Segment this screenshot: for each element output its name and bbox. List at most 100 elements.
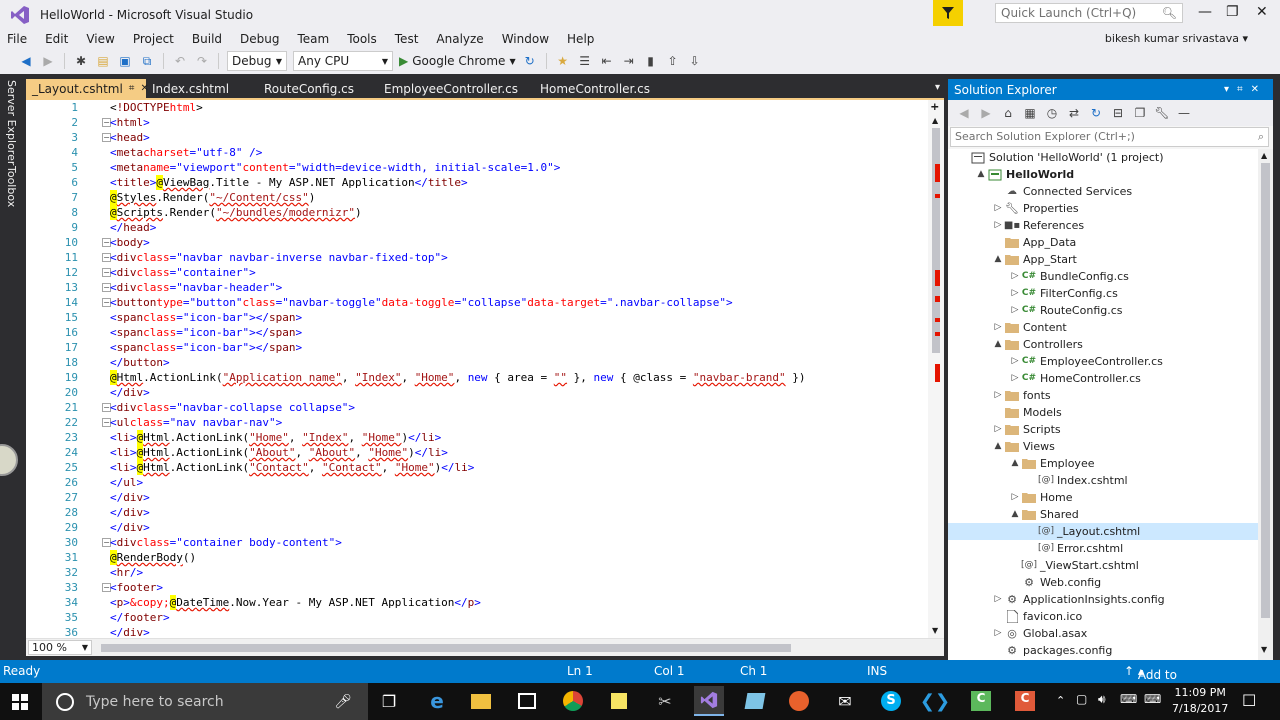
navigate-back-icon[interactable]: ◀ (18, 53, 34, 69)
vscode-icon[interactable]: ❮❯ (920, 686, 950, 716)
save-icon[interactable]: ▣ (117, 53, 133, 69)
scroll-down-icon[interactable]: ▼ (1261, 645, 1267, 654)
tree-node[interactable]: ▷ C# FilterConfig.cs (948, 285, 1258, 302)
tree-node[interactable]: ▷ C# EmployeeController.cs (948, 353, 1258, 370)
tree-node[interactable]: ▲ App_Start (948, 251, 1258, 268)
home-icon[interactable]: ⌂ (1000, 105, 1016, 121)
tree-node[interactable]: ▷ ■▪ References (948, 217, 1258, 234)
expanded-arrow-icon[interactable]: ▲ (1009, 455, 1021, 472)
menu-tools[interactable]: Tools (340, 32, 388, 46)
menu-window[interactable]: Window (495, 32, 560, 46)
error-marker[interactable] (935, 318, 940, 322)
solution-configuration-dropdown[interactable]: Debug ▼ (227, 51, 287, 71)
expanded-arrow-icon[interactable]: ▲ (992, 438, 1004, 455)
expanded-arrow-icon[interactable]: ▲ (992, 336, 1004, 353)
feedback-filter-icon[interactable] (933, 0, 963, 26)
git-icon[interactable] (784, 686, 814, 716)
collapsed-arrow-icon[interactable]: ▷ (1009, 302, 1021, 319)
tree-node[interactable]: ▲ Controllers (948, 336, 1258, 353)
code-editor[interactable]: 1 2 3 4 5 6 7 8 9 10 11 12 13 14 15 16 17 18 19 20 21 22 23 24 2… (26, 98, 944, 656)
menu-view[interactable]: View (79, 32, 125, 46)
scroll-up-icon[interactable]: ▲ (1261, 151, 1267, 160)
collapsed-arrow-icon[interactable]: ▷ (992, 421, 1004, 438)
menu-build[interactable]: Build (185, 32, 233, 46)
collapsed-arrow-icon[interactable]: ▷ (1009, 489, 1021, 506)
sync-icon[interactable]: ⇄ (1066, 105, 1082, 121)
switch-views-icon[interactable]: ▦ (1022, 105, 1038, 121)
tree-node[interactable]: ☁ Connected Services (948, 183, 1258, 200)
collapse-all-icon[interactable]: ⊟ (1110, 105, 1126, 121)
tree-node[interactable]: ▲ HelloWorld (948, 166, 1258, 183)
error-marker[interactable] (935, 194, 940, 198)
redo-icon[interactable]: ↷ (194, 53, 210, 69)
scroll-thumb[interactable] (1261, 163, 1270, 618)
collapsed-arrow-icon[interactable]: ▷ (992, 625, 1004, 642)
tree-node[interactable]: ▷ fonts (948, 387, 1258, 404)
taskbar-search-input[interactable]: Type here to search 🎤︎ (42, 683, 368, 720)
error-marker[interactable] (935, 164, 940, 182)
tree-node[interactable]: [@] Index.cshtml (948, 472, 1258, 489)
tree-node[interactable]: ▷ 🔧︎ Properties (948, 200, 1258, 217)
indent-icon[interactable]: ⇥ (621, 53, 637, 69)
collapsed-arrow-icon[interactable]: ▷ (992, 319, 1004, 336)
chrome-icon[interactable] (558, 686, 588, 716)
error-marker[interactable] (935, 270, 940, 286)
expanded-arrow-icon[interactable]: ▲ (1009, 506, 1021, 523)
properties-icon[interactable]: 🔧︎ (1154, 105, 1170, 121)
tab-layout-cshtml[interactable]: _Layout.cshtml ⌗ ✕ (26, 79, 149, 98)
tree-node[interactable]: App_Data (948, 234, 1258, 251)
pending-changes-icon[interactable]: ◷ (1044, 105, 1060, 121)
menu-edit[interactable]: Edit (38, 32, 79, 46)
restore-icon[interactable]: ❐ (1226, 4, 1239, 20)
toolbox-tab[interactable]: Toolbox (5, 166, 18, 207)
comment-icon[interactable]: ☰ (577, 53, 593, 69)
scroll-down-icon[interactable]: ▼ (932, 626, 938, 635)
volume-icon[interactable]: 🔊︎ (1098, 692, 1106, 707)
horizontal-scroll-thumb[interactable] (101, 644, 791, 652)
expanded-arrow-icon[interactable]: ▲ (975, 166, 987, 183)
error-marker[interactable] (935, 296, 940, 302)
collapsed-arrow-icon[interactable]: ▷ (1009, 370, 1021, 387)
user-account[interactable]: bikesh kumar srivastava ▾ (1105, 32, 1248, 45)
forward-icon[interactable]: ▶ (978, 105, 994, 121)
code-area[interactable]: < !DOCTYPE html > < html > < head > < meta char… (110, 100, 930, 638)
start-debugging-button[interactable]: ▶ Google Chrome ▼ (399, 54, 516, 68)
tree-node[interactable]: ⚙ Web.config (948, 574, 1258, 591)
save-all-icon[interactable]: ⧉ (139, 53, 155, 69)
scroll-up-icon[interactable]: ▲ (932, 116, 938, 125)
language-icon[interactable]: ⌨ (1144, 692, 1161, 706)
camtasia-red-icon[interactable]: C (1010, 686, 1040, 716)
tree-node[interactable]: ▷ ◎ Global.asax (948, 625, 1258, 642)
menu-analyze[interactable]: Analyze (429, 32, 494, 46)
edge-icon[interactable]: e (422, 686, 452, 716)
menu-help[interactable]: Help (560, 32, 605, 46)
visual-studio-taskbar-icon[interactable] (694, 686, 724, 716)
menu-file[interactable]: File (0, 32, 38, 46)
undo-icon[interactable]: ↶ (172, 53, 188, 69)
collapsed-arrow-icon[interactable]: ▷ (992, 217, 1004, 234)
tab-homecontroller-cs[interactable]: HomeController.cs (528, 79, 668, 98)
notifications-icon[interactable]: ☐ (1242, 691, 1256, 710)
browser-link-icon[interactable]: ★ (555, 53, 571, 69)
new-project-icon[interactable]: ✱ (73, 53, 89, 69)
open-file-icon[interactable]: ▤ (95, 53, 111, 69)
file-explorer-icon[interactable] (466, 686, 496, 716)
bookmark-icon[interactable]: ▮ (643, 53, 659, 69)
start-button[interactable] (0, 683, 40, 720)
zoom-dropdown[interactable]: 100 % ▼ (28, 640, 92, 655)
preview-icon[interactable]: — (1176, 105, 1192, 121)
skype-icon[interactable]: S (876, 686, 906, 716)
dropdown-icon[interactable]: ▾ (1224, 84, 1237, 95)
show-hidden-icons[interactable]: ⌃ (1056, 694, 1065, 707)
close-icon[interactable]: ✕ (1256, 4, 1268, 20)
collapsed-arrow-icon[interactable]: ▷ (992, 591, 1004, 608)
store-icon[interactable] (512, 686, 542, 716)
tree-node[interactable]: Models (948, 404, 1258, 421)
notepad-icon[interactable] (740, 686, 770, 716)
menu-debug[interactable]: Debug (233, 32, 290, 46)
tree-node[interactable]: favicon.ico (948, 608, 1258, 625)
tree-node[interactable]: ▷ C# BundleConfig.cs (948, 268, 1258, 285)
tree-node[interactable]: ▷ Content (948, 319, 1258, 336)
collapsed-arrow-icon[interactable]: ▷ (1009, 268, 1021, 285)
tree-node[interactable]: [@] _ViewStart.cshtml (948, 557, 1258, 574)
